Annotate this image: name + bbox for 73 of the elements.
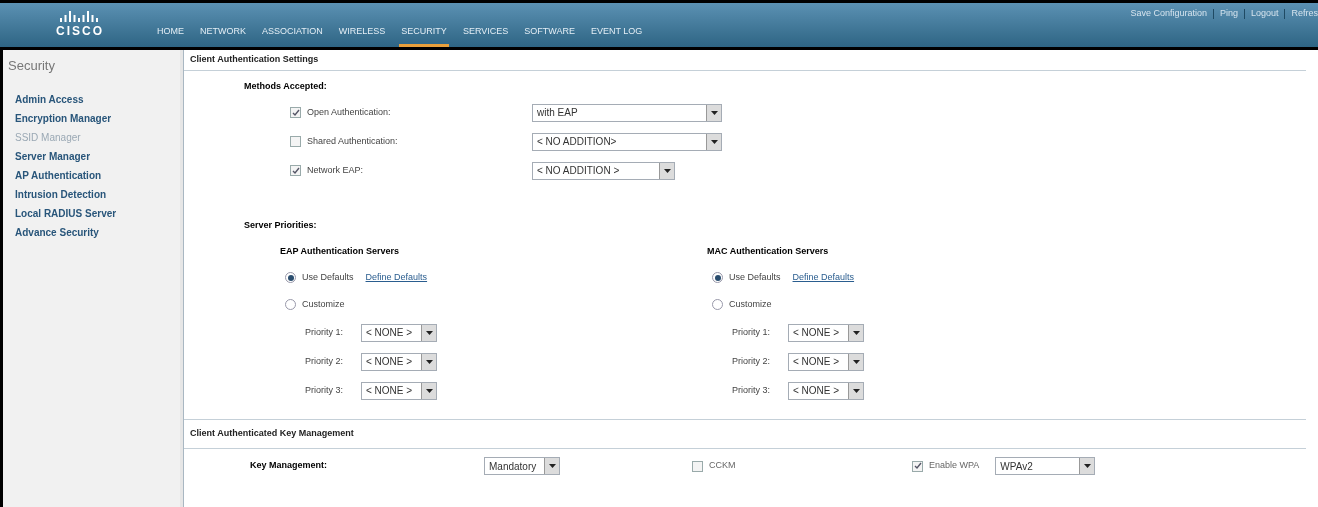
nav-tab[interactable]: WIRELESS	[336, 24, 388, 47]
caret-icon	[421, 353, 436, 370]
checkbox[interactable]	[290, 107, 301, 118]
nav-tab[interactable]: NETWORK	[198, 24, 248, 47]
nav-tab[interactable]: HOME	[155, 24, 186, 47]
priority-label: Priority 2:	[305, 354, 344, 368]
checkbox[interactable]	[692, 460, 703, 472]
radio-button[interactable]	[712, 299, 723, 310]
caret-icon	[544, 458, 559, 474]
caret-icon	[659, 162, 674, 179]
bars-icon	[60, 10, 100, 22]
sidebar-title: Security	[8, 57, 56, 75]
method-label: Network EAP:	[307, 163, 364, 177]
sidebar-item[interactable]: AP Authentication	[8, 165, 180, 185]
sidebar-item[interactable]: Encryption Manager	[8, 108, 180, 128]
caret-icon	[421, 324, 436, 341]
option-label: Use Defaults	[729, 270, 781, 284]
logo: CISCO	[50, 3, 110, 47]
dropdown[interactable]: < NONE >	[788, 381, 864, 400]
dropdown[interactable]: with EAP	[532, 103, 722, 122]
dropdown[interactable]: Mandatory	[484, 457, 560, 475]
option-label: Customize	[729, 297, 772, 311]
caret-icon	[848, 382, 863, 399]
caret-icon	[706, 133, 721, 150]
priority-label: Priority 3:	[732, 383, 771, 397]
nav-tab[interactable]: SERVICES	[460, 24, 511, 47]
section-header: Client Authenticated Key Management	[184, 420, 1306, 449]
caret-icon	[421, 382, 436, 399]
nav-tab[interactable]: EVENT LOG	[588, 24, 645, 47]
sidebar-item[interactable]: Local RADIUS Server	[8, 203, 180, 223]
key-management-label: Key Management:	[249, 459, 329, 473]
method-label: Shared Authentication:	[307, 134, 398, 148]
dropdown[interactable]: WPAv2	[995, 457, 1096, 475]
priority-label: Priority 2:	[732, 354, 771, 368]
caret-icon	[706, 104, 721, 121]
checkbox[interactable]	[290, 165, 301, 176]
sidebar-item[interactable]: Advance Security	[8, 222, 180, 242]
priority-label: Priority 3:	[305, 383, 344, 397]
define-defaults-link[interactable]: Define Defaults	[365, 270, 428, 285]
group-title: MAC Authentication Servers	[707, 244, 830, 258]
dropdown[interactable]: < NO ADDITION >	[532, 161, 675, 180]
checkbox[interactable]	[912, 460, 923, 472]
dropdown[interactable]: < NO ADDITION>	[532, 132, 722, 151]
sidebar-item[interactable]: Admin Access	[8, 89, 180, 109]
cckm-label: CCKM	[709, 459, 736, 473]
dropdown[interactable]: < NONE >	[361, 352, 437, 371]
priority-label: Priority 1:	[732, 325, 771, 339]
define-defaults-link[interactable]: Define Defaults	[792, 270, 855, 285]
section-header: Client Authentication Settings	[184, 50, 1306, 71]
group-label: Server Priorities:	[244, 219, 318, 232]
priority-label: Priority 1:	[305, 325, 344, 339]
nav-tab[interactable]: SECURITY	[399, 24, 449, 47]
dropdown[interactable]: < NONE >	[361, 381, 437, 400]
radio-button[interactable]	[285, 272, 296, 283]
option-label: Use Defaults	[302, 270, 354, 284]
checkbox[interactable]	[290, 136, 301, 147]
dropdown[interactable]: < NONE >	[361, 323, 437, 342]
radio-button[interactable]	[712, 272, 723, 283]
wpa-label: Enable WPA	[929, 459, 980, 473]
group-title: EAP Authentication Servers	[280, 244, 401, 258]
method-label: Open Authentication:	[307, 105, 391, 119]
group-label: Methods Accepted:	[244, 80, 328, 93]
sidebar-item[interactable]: Intrusion Detection	[8, 184, 180, 204]
caret-icon	[848, 324, 863, 341]
caret-icon	[1079, 458, 1095, 474]
nav-tab[interactable]: SOFTWARE	[522, 24, 577, 47]
sidebar-item[interactable]: Server Manager	[8, 146, 180, 166]
dropdown[interactable]: < NONE >	[788, 323, 864, 342]
radio-button[interactable]	[285, 299, 296, 310]
dropdown[interactable]: < NONE >	[788, 352, 864, 371]
option-label: Customize	[302, 297, 345, 311]
caret-icon	[848, 353, 863, 370]
nav-tab[interactable]: ASSOCIATION	[260, 24, 325, 47]
